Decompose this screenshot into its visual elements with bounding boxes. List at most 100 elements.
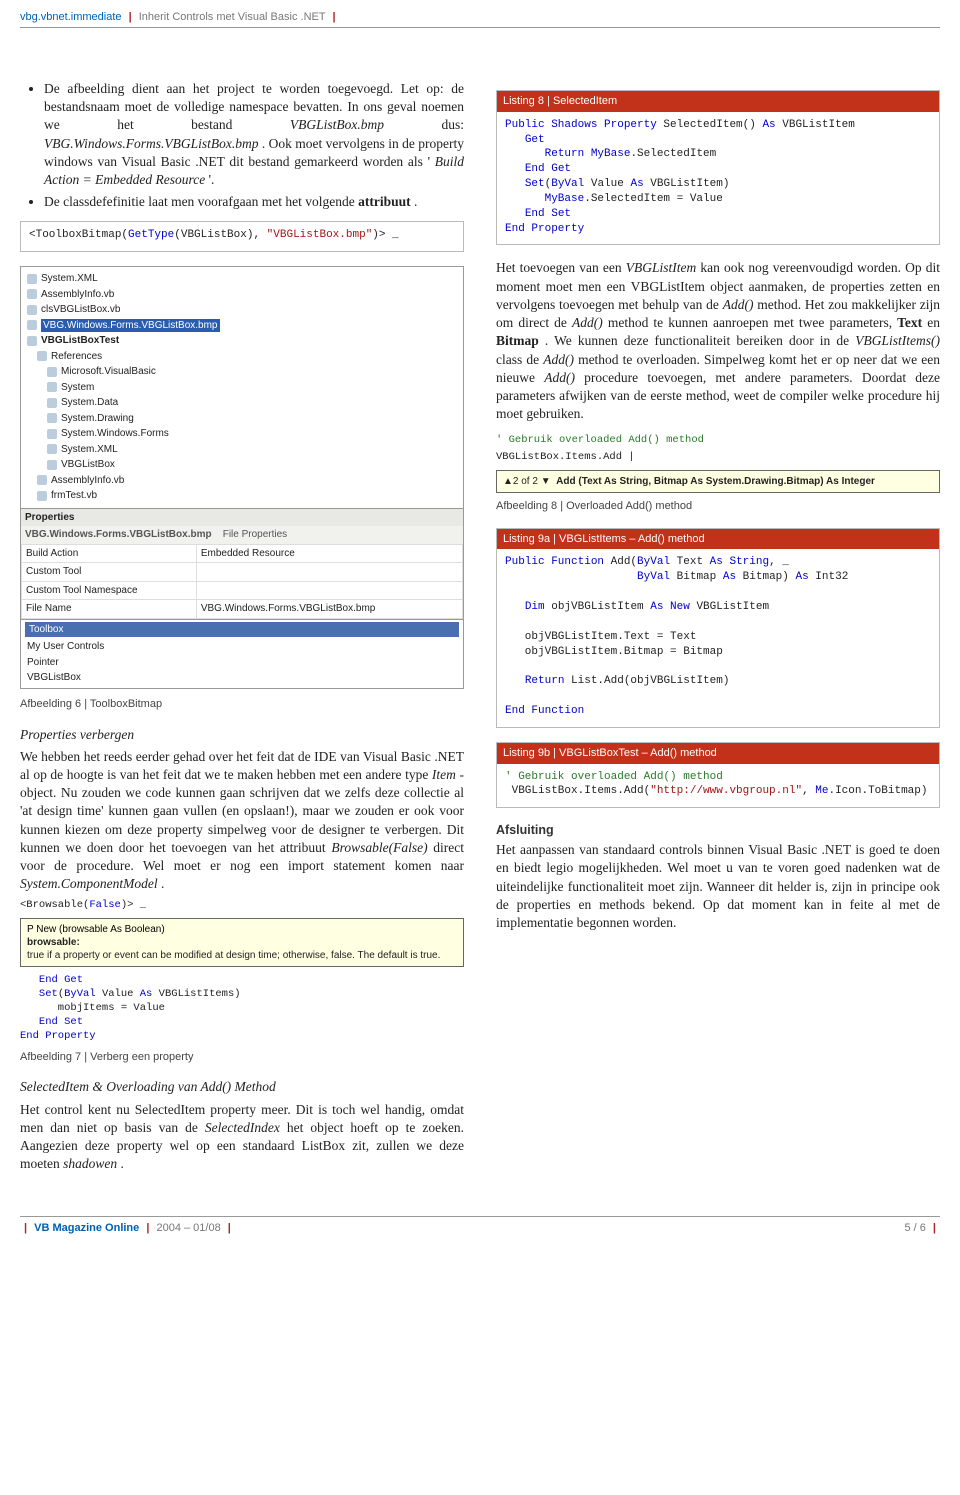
toolbox-panel: Toolbox My User Controls Pointer VBGList… — [21, 619, 463, 688]
text-italic: Item — [432, 767, 456, 782]
listing-9a: Listing 9a | VBGListItems – Add() method… — [496, 528, 940, 728]
prop-value — [196, 563, 462, 582]
tree-item: Microsoft.VisualBasic — [61, 365, 156, 379]
tree-project: VBGListBoxTest — [41, 334, 119, 348]
listing-8-header: Listing 8 | SelectedItem — [497, 91, 939, 112]
toolbox-item: Pointer — [25, 655, 459, 671]
footer-left: | VB Magazine Online | 2004 – 01/08 | — [20, 1221, 235, 1236]
text: Het toevoegen van een — [496, 260, 626, 275]
text-italic: Add() — [544, 370, 575, 385]
text-italic: Add() — [543, 352, 574, 367]
tree-item: System — [61, 381, 94, 395]
afbeelding-6-thumbnail: System.XML AssemblyInfo.vb clsVBGListBox… — [20, 266, 464, 689]
bullet-2-text-b: . — [414, 194, 417, 209]
afsluiting-title: Afsluiting — [496, 822, 940, 839]
header-pipe-2: | — [328, 11, 339, 23]
text-italic: Add() — [572, 315, 603, 330]
afb8-line: VBGListBox.Items.Add | — [496, 450, 940, 464]
tree-item: frmTest.vb — [51, 489, 97, 503]
afsluiting-body: Het aanpassen van standaard controls bin… — [496, 841, 940, 932]
bullet-1-text-b: dus: — [441, 117, 464, 132]
text: We hebben het reeds eerder gehad over he… — [20, 749, 464, 782]
page-footer: | VB Magazine Online | 2004 – 01/08 | 5 … — [20, 1216, 940, 1246]
right-column: Listing 8 | SelectedItem Public Shadows … — [496, 80, 940, 1178]
tree-item: System.Windows.Forms — [61, 427, 169, 441]
section-selecteditem-title: SelectedItem & Overloading van Add() Met… — [20, 1078, 464, 1096]
text: . We kunnen deze functionaliteit bereike… — [545, 333, 855, 348]
afb7-tooltip: P New (browsable As Boolean) browsable: … — [20, 918, 464, 967]
section-title-text: Properties verbergen — [20, 727, 134, 742]
footer-page: 5 / 6 — [904, 1222, 925, 1234]
propgrid-table: Build ActionEmbedded Resource Custom Too… — [21, 544, 463, 619]
listing-8: Listing 8 | SelectedItem Public Shadows … — [496, 90, 940, 246]
bullet-2-bold: attribuut — [358, 194, 411, 209]
toolbox-item: My User Controls — [25, 639, 459, 655]
afb8-comment: ' Gebruik overloaded Add() method — [496, 433, 940, 447]
listing-9b-code: ' Gebruik overloaded Add() method VBGLis… — [497, 764, 939, 808]
afb8-expr: VBGListBox.Items.Add — [496, 451, 622, 463]
propgrid-file: VBG.Windows.Forms.VBGListBox.bmp — [25, 529, 212, 540]
bullet-1: De afbeelding dient aan het project te w… — [44, 80, 464, 189]
propgrid-kind: File Properties — [223, 529, 287, 540]
bullet-1-italic-2: VBG.Windows.Forms.VBGListBox.bmp — [44, 136, 259, 151]
text: . — [161, 876, 164, 891]
tree-item: AssemblyInfo.vb — [51, 474, 124, 488]
text-italic: Browsable(False) — [331, 840, 427, 855]
tooltip-param-desc: true if a property or event can be modif… — [27, 949, 457, 962]
text-italic: Add() — [723, 297, 754, 312]
caption-afb6: Afbeelding 6 | ToolboxBitmap — [20, 697, 464, 712]
toolbox-item: VBGListBox — [25, 670, 459, 686]
afbeelding-7-thumbnail: <Browsable(False)> _ P New (browsable As… — [20, 898, 464, 1044]
header-pipe: | — [125, 11, 136, 23]
caption-afb8: Afbeelding 8 | Overloaded Add() method — [496, 499, 940, 514]
overload-counter: ▲2 of 2 ▼ — [503, 476, 551, 487]
text-italic: shadowen — [63, 1156, 117, 1171]
left-column: De afbeelding dient aan het project te w… — [20, 80, 464, 1178]
text: method te kunnen aanroepen met twee para… — [608, 315, 897, 330]
listing-9a-code: Public Function Add(ByVal Text As String… — [497, 549, 939, 726]
property-grid: Properties VBG.Windows.Forms.VBGListBox.… — [21, 508, 463, 619]
toolboxbitmap-snippet: <ToolboxBitmap(GetType(VBGListBox), "VBG… — [20, 221, 464, 252]
solution-explorer-tree: System.XML AssemblyInfo.vb clsVBGListBox… — [21, 267, 463, 508]
header-brand: vbg.vbnet.immediate — [20, 11, 122, 23]
tooltip-signature: P New (browsable As Boolean) — [27, 923, 457, 936]
tree-item: clsVBGListBox.vb — [41, 303, 120, 317]
text-italic: VBGListItems() — [855, 333, 940, 348]
prop-name: Custom Tool — [22, 563, 197, 582]
text-bold: Bitmap — [496, 333, 539, 348]
listing-8-code: Public Shadows Property SelectedItem() A… — [497, 112, 939, 245]
text: class de — [496, 352, 543, 367]
two-column-layout: De afbeelding dient aan het project te w… — [20, 80, 940, 1178]
prop-name: File Name — [22, 600, 197, 619]
bullet-1-text-d: '. — [209, 172, 215, 187]
tree-item: System.Drawing — [61, 412, 134, 426]
tree-item: System.XML — [61, 443, 118, 457]
overload-signature: Add (Text As String, Bitmap As System.Dr… — [556, 476, 875, 487]
prop-name: Custom Tool Namespace — [22, 581, 197, 600]
tree-item: AssemblyInfo.vb — [41, 288, 114, 302]
prop-name: Build Action — [22, 544, 197, 563]
propgrid-title: Properties — [21, 509, 463, 527]
listing-9b: Listing 9b | VBGListBoxTest – Add() meth… — [496, 742, 940, 809]
prop-value: VBG.Windows.Forms.VBGListBox.bmp — [196, 600, 462, 619]
prop-value — [196, 581, 462, 600]
toolboxbitmap-code: <ToolboxBitmap(GetType(VBGListBox), "VBG… — [21, 222, 463, 251]
prop-value: Embedded Resource — [196, 544, 462, 563]
afb8-tooltip: ▲2 of 2 ▼ Add (Text As String, Bitmap As… — [496, 470, 940, 493]
intro-bullets: De afbeelding dient aan het project te w… — [20, 80, 464, 212]
text-bold: Text — [897, 315, 922, 330]
text: . — [121, 1156, 124, 1171]
bullet-2: De classdefefinitie laat men voorafgaan … — [44, 193, 464, 211]
bullet-1-text-a: De afbeelding dient aan het project te w… — [44, 81, 464, 132]
tree-item: System.XML — [41, 272, 98, 286]
text-italic: VBGListItem — [626, 260, 697, 275]
bullet-1-italic-1: VBGListBox.bmp — [290, 117, 384, 132]
text-italic: System.ComponentModel — [20, 876, 158, 891]
bullet-2-text-a: De classdefefinitie laat men voorafgaan … — [44, 194, 358, 209]
text-italic: SelectedIndex — [205, 1120, 280, 1135]
tooltip-param-name: browsable: — [27, 937, 80, 948]
code-comment: ' Gebruik overloaded Add() method — [505, 771, 723, 783]
afb7-code-tail: End Get Set(ByVal Value As VBGListItems)… — [20, 973, 464, 1044]
afb7-attr-line: <Browsable(False)> _ — [20, 898, 464, 912]
add-paragraph: Het toevoegen van een VBGListItem kan oo… — [496, 259, 940, 423]
